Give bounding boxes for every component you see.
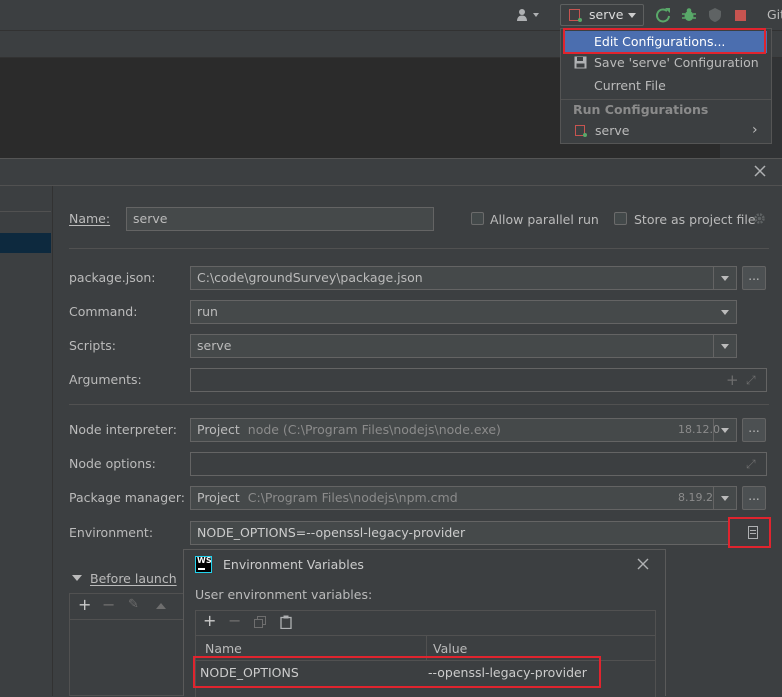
name-label: Name: <box>69 211 111 226</box>
package-manager-label: Package manager: <box>69 490 185 505</box>
git-label[interactable]: Git <box>767 7 782 22</box>
node-options-input[interactable]: ⤢ <box>190 452 767 476</box>
chevron-down-icon[interactable] <box>713 419 736 441</box>
arguments-input[interactable]: + ⤢ <box>190 368 767 392</box>
highlight-edit-environment <box>728 517 771 548</box>
add-icon[interactable]: + <box>203 611 216 630</box>
chevron-down-icon[interactable] <box>713 335 736 357</box>
webstorm-logo-bar <box>198 568 205 570</box>
save-icon <box>574 56 587 69</box>
scripts-value: serve <box>197 338 232 353</box>
name-input[interactable]: serve <box>126 207 434 231</box>
add-icon[interactable]: + <box>726 369 739 391</box>
config-tree-selected-item[interactable] <box>0 233 51 253</box>
before-launch-panel: + − ✎ <box>69 593 190 696</box>
edit-icon: ✎ <box>128 597 139 612</box>
menu-item-current-file[interactable]: Current File <box>565 76 767 96</box>
remove-icon: − <box>102 595 116 614</box>
node-options-label: Node options: <box>69 456 156 471</box>
package-manager-prefix: Project <box>197 490 240 505</box>
rerun-icon[interactable] <box>655 7 671 23</box>
column-header-name[interactable]: Name <box>205 641 242 656</box>
menu-item-label: Current File <box>594 78 666 93</box>
user-icon[interactable] <box>516 8 530 22</box>
allow-parallel-checkbox[interactable] <box>471 212 484 225</box>
scripts-combo[interactable]: serve <box>190 334 737 358</box>
menu-item-save-config[interactable]: Save 'serve' Configuration <box>565 53 767 73</box>
dialog-title-separator <box>0 185 782 186</box>
coverage-icon[interactable] <box>707 7 723 23</box>
browse-package-manager-button[interactable]: ... <box>742 486 766 510</box>
package-manager-combo[interactable]: Project C:\Program Files\nodejs\npm.cmd … <box>190 486 737 510</box>
remove-icon: − <box>228 611 242 630</box>
env-dialog-title: Environment Variables <box>223 557 364 572</box>
stop-icon[interactable] <box>735 10 746 21</box>
chevron-down-icon[interactable] <box>713 487 736 509</box>
store-project-label: Store as project file <box>634 212 756 227</box>
menu-item-serve[interactable]: serve › <box>565 121 767 141</box>
node-interpreter-path: node (C:\Program Files\nodejs\node.exe) <box>247 422 501 437</box>
column-header-value[interactable]: Value <box>433 641 467 656</box>
browse-package-json-button[interactable]: ... <box>742 266 766 290</box>
webstorm-logo-text: WS <box>197 556 212 565</box>
highlight-env-var-row <box>193 656 601 688</box>
chevron-down-icon <box>628 13 636 18</box>
package-json-combo[interactable]: C:\code\groundSurvey\package.json <box>190 266 737 290</box>
menu-section-header: Run Configurations <box>573 102 709 117</box>
add-icon[interactable]: + <box>78 595 91 614</box>
section-divider <box>69 248 769 249</box>
environment-input[interactable]: NODE_OPTIONS=--openssl-legacy-provider <box>190 521 729 545</box>
package-json-label: package.json: <box>69 270 156 285</box>
user-env-vars-label: User environment variables: <box>195 587 373 602</box>
debug-icon[interactable] <box>681 7 697 23</box>
gear-icon[interactable] <box>753 212 766 225</box>
run-config-label: serve <box>589 7 624 22</box>
scripts-label: Scripts: <box>69 338 116 353</box>
expand-icon[interactable]: ⤢ <box>746 369 756 391</box>
node-interpreter-combo[interactable]: Project node (C:\Program Files\nodejs\no… <box>190 418 737 442</box>
close-icon[interactable] <box>637 558 649 570</box>
node-interpreter-prefix: Project <box>197 422 240 437</box>
arguments-label: Arguments: <box>69 372 142 387</box>
command-combo[interactable]: run <box>190 300 737 324</box>
node-interpreter-label: Node interpreter: <box>69 422 177 437</box>
browse-node-interpreter-button[interactable]: ... <box>742 418 766 442</box>
menu-separator <box>561 99 771 100</box>
environment-value: NODE_OPTIONS=--openssl-legacy-provider <box>197 525 466 540</box>
copy-icon <box>254 616 266 628</box>
run-config-combo[interactable]: serve <box>560 4 644 26</box>
section-divider <box>69 404 769 405</box>
chevron-down-icon[interactable] <box>714 301 736 323</box>
before-launch-collapse-icon[interactable] <box>72 575 82 581</box>
run-dot-icon <box>583 133 587 137</box>
package-json-value: C:\code\groundSurvey\package.json <box>197 270 423 285</box>
menu-item-label: Save 'serve' Configuration <box>594 55 759 70</box>
config-tree-panel <box>0 186 53 696</box>
paste-icon[interactable] <box>280 615 292 630</box>
command-label: Command: <box>69 304 138 319</box>
npm-version: 8.19.2 <box>678 491 713 504</box>
before-launch-label[interactable]: Before launch <box>90 571 177 586</box>
chevron-down-icon[interactable] <box>713 267 736 289</box>
user-dropdown-icon[interactable] <box>533 13 539 17</box>
config-tree-divider <box>0 211 51 212</box>
close-icon[interactable] <box>753 164 767 178</box>
highlight-edit-configurations <box>563 28 766 54</box>
command-value: run <box>197 304 218 319</box>
package-manager-path: C:\Program Files\nodejs\npm.cmd <box>247 490 458 505</box>
run-dot-icon <box>578 18 582 22</box>
store-project-checkbox[interactable] <box>614 212 627 225</box>
environment-label: Environment: <box>69 525 154 540</box>
allow-parallel-label: Allow parallel run <box>490 212 599 227</box>
menu-item-label: serve <box>595 123 630 138</box>
webstorm-logo-icon: WS <box>195 556 212 573</box>
chevron-right-icon: › <box>752 122 758 138</box>
expand-icon[interactable]: ⤢ <box>746 453 756 475</box>
move-up-icon <box>156 603 166 609</box>
before-launch-toolbar-divider <box>70 619 190 620</box>
